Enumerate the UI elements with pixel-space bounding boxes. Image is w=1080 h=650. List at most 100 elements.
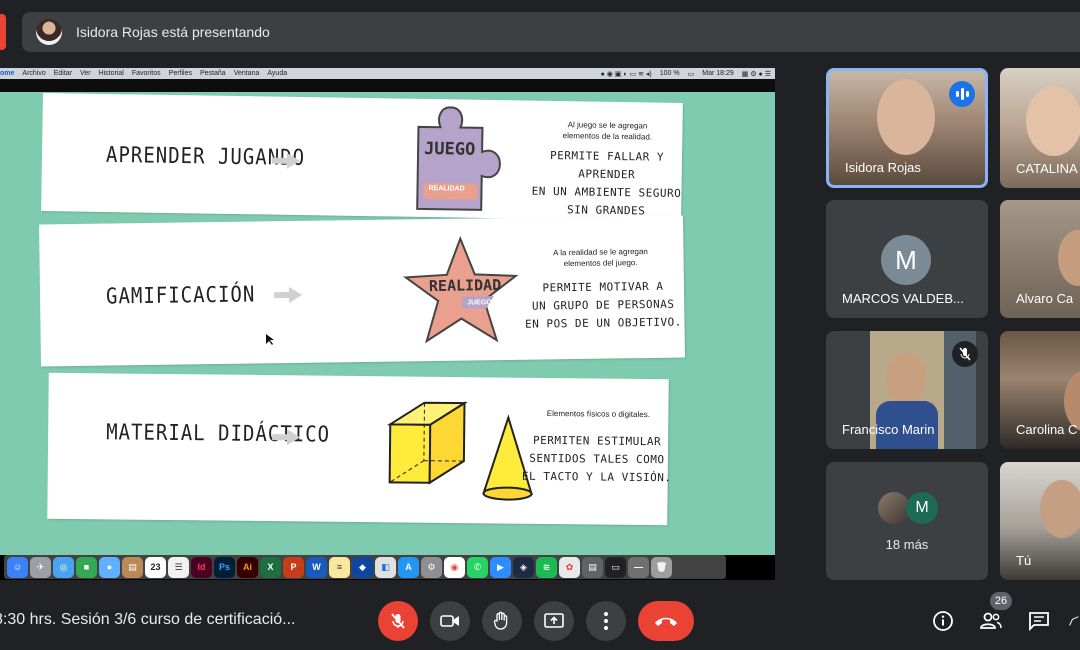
present-screen-button[interactable] xyxy=(534,601,574,641)
clock-text: Mar 18:29 xyxy=(702,70,734,77)
participant-tile-catalina[interactable]: CATALINA xyxy=(1000,68,1080,188)
calendar-icon[interactable]: 23 xyxy=(145,556,166,578)
chat-icon xyxy=(1029,612,1049,631)
slide-row-material-didactico: MATERIAL DIDÁCTICO Elementos físicos o d… xyxy=(47,372,672,526)
illustrator-icon[interactable]: Ai xyxy=(237,556,258,578)
participant-tile-marcos[interactable]: M MARCOS VALDEB... xyxy=(826,200,988,318)
presenter-text: Isidora Rojas está presentando xyxy=(76,24,270,40)
participant-avatar: M xyxy=(906,492,938,524)
raise-hand-button[interactable] xyxy=(482,601,522,641)
participant-name: Alvaro Ca xyxy=(1016,291,1074,306)
speaking-indicator-icon xyxy=(949,81,975,107)
contacts-icon[interactable]: ▤ xyxy=(122,556,143,578)
puzzle-text: JUEGO xyxy=(423,138,476,160)
slide-row-gamificacion: GAMIFICACIÓN REALIDAD JUEGO A la realida… xyxy=(39,215,685,367)
spotify-icon[interactable]: ≋ xyxy=(536,556,557,578)
participant-tile-alvaro[interactable]: Alvaro Ca xyxy=(1000,200,1080,318)
photos-icon[interactable]: ✿ xyxy=(559,556,580,578)
row-note: Al juego se le agregan elementos de la r… xyxy=(542,119,672,143)
arrow-right-icon xyxy=(272,429,301,446)
description-line: PERMITE MOTIVAR A xyxy=(542,279,664,295)
description-line: UN GRUPO DE PERSONAS xyxy=(531,297,675,313)
menu-perfiles: Perfiles xyxy=(168,70,192,77)
shared-screen: ome Archivo Editar Ver Historial Favorit… xyxy=(0,68,775,580)
presenter-avatar xyxy=(36,19,62,45)
participant-video xyxy=(877,79,935,155)
indesign-icon[interactable]: Id xyxy=(191,556,212,578)
people-button[interactable] xyxy=(976,606,1006,636)
preview-icon[interactable]: ◧ xyxy=(375,556,396,578)
present-screen-icon xyxy=(544,613,564,628)
menu-ayuda: Ayuda xyxy=(267,70,288,77)
participant-name: Isidora Rojas xyxy=(845,160,921,175)
hand-icon xyxy=(493,611,508,630)
reminders-icon[interactable]: ☰ xyxy=(168,556,189,578)
menubar-extra-icons: ▦ ⚙ ● ☰ xyxy=(741,70,771,78)
keynote-icon[interactable]: ◆ xyxy=(352,556,373,578)
slide: APRENDER JUGANDO JUEGO REALIDAD Al juego… xyxy=(0,92,775,555)
more-vertical-icon xyxy=(604,612,608,630)
participant-tile-more[interactable]: M 18 más xyxy=(826,462,988,580)
mac-dock: ☺ ✈ ◎ ■ ● ▤ 23 ☰ Id Ps Ai X P W ≡ ◆ ◧ A … xyxy=(4,555,726,579)
participant-tile-carolina[interactable]: Carolina C xyxy=(1000,331,1080,449)
status-icons: ● ◉ ▣ ◐ ▭ ≋ ◂) xyxy=(600,70,652,78)
meeting-title[interactable]: 8:30 hrs. Sesión 3/6 curso de certificac… xyxy=(0,611,295,629)
row-description: PERMITE MOTIVAR A UN GRUPO DE PERSONAS E… xyxy=(518,277,689,333)
mac-menubar: ome Archivo Editar Ver Historial Favorit… xyxy=(0,68,775,79)
powerpoint-icon[interactable]: P xyxy=(283,556,304,578)
facetime-icon[interactable]: ■ xyxy=(76,556,97,578)
finder-icon[interactable]: ☺ xyxy=(7,556,28,578)
camera-toggle-button[interactable] xyxy=(430,601,470,641)
messages-icon[interactable]: ● xyxy=(99,556,120,578)
excel-icon[interactable]: X xyxy=(260,556,281,578)
participant-tile-isidora[interactable]: Isidora Rojas xyxy=(826,68,988,188)
mouse-cursor-icon xyxy=(266,334,274,345)
zoom-icon[interactable]: ▶ xyxy=(490,556,511,578)
folder-icon[interactable]: — xyxy=(628,556,649,578)
people-icon xyxy=(980,612,1002,629)
chat-button[interactable] xyxy=(1024,606,1054,636)
participant-video xyxy=(886,353,926,405)
menubar-status: ● ◉ ▣ ◐ ▭ ≋ ◂) 100 % ▭ Mar 18:29 ▦ ⚙ ● ☰ xyxy=(597,70,775,78)
note-line: elementos del juego. xyxy=(563,258,638,269)
menu-app: ome xyxy=(0,70,15,77)
participant-name: Carolina C xyxy=(1016,422,1078,437)
row-label: GAMIFICACIÓN xyxy=(105,281,256,310)
meeting-details-button[interactable] xyxy=(928,606,958,636)
activities-icon xyxy=(1069,616,1079,626)
safari-icon[interactable]: ◎ xyxy=(53,556,74,578)
puzzle-subtext: REALIDAD xyxy=(428,185,465,193)
menu-favoritos: Favoritos xyxy=(131,70,161,77)
star-text: REALIDAD xyxy=(428,276,502,296)
app-store-icon[interactable]: A xyxy=(398,556,419,578)
vpn-icon[interactable]: ◈ xyxy=(513,556,534,578)
note-line: elementos de la realidad. xyxy=(562,131,653,142)
row-note: A la realidad se le agregan elementos de… xyxy=(535,246,665,270)
activities-button[interactable] xyxy=(1068,606,1080,636)
more-participants-label: 18 más xyxy=(885,537,929,552)
launchpad-icon[interactable]: ✈ xyxy=(30,556,51,578)
row-note: Elementos físicos o digitales. xyxy=(528,408,668,420)
notes-icon[interactable]: ≡ xyxy=(329,556,350,578)
whatsapp-icon[interactable]: ✆ xyxy=(467,556,488,578)
terminal-icon[interactable]: ▭ xyxy=(605,556,626,578)
more-options-button[interactable] xyxy=(586,601,626,641)
star-subtext: JUEGO xyxy=(467,299,492,307)
mic-toggle-button[interactable] xyxy=(378,601,418,641)
end-call-button[interactable] xyxy=(638,601,694,641)
participant-tile-francisco[interactable]: Francisco Marin xyxy=(826,331,988,449)
word-icon[interactable]: W xyxy=(306,556,327,578)
chrome-icon[interactable]: ◉ xyxy=(444,556,465,578)
system-preferences-icon[interactable]: ⚙ xyxy=(421,556,442,578)
participant-video xyxy=(1058,230,1080,286)
menu-ver: Ver xyxy=(80,70,91,77)
phone-hangup-icon xyxy=(655,617,677,626)
trash-icon[interactable]: 🗑 xyxy=(651,556,672,578)
document-icon[interactable]: ▤ xyxy=(582,556,603,578)
presenter-bar[interactable]: Isidora Rojas está presentando xyxy=(22,12,1080,52)
photoshop-icon[interactable]: Ps xyxy=(214,556,235,578)
participant-tile-self[interactable]: Tú xyxy=(1000,462,1080,580)
description-line: EN UN AMBIENTE SEGURO xyxy=(531,184,682,201)
menu-ventana: Ventana xyxy=(233,70,260,77)
description-line: PERMITEN ESTIMULAR xyxy=(532,433,662,449)
